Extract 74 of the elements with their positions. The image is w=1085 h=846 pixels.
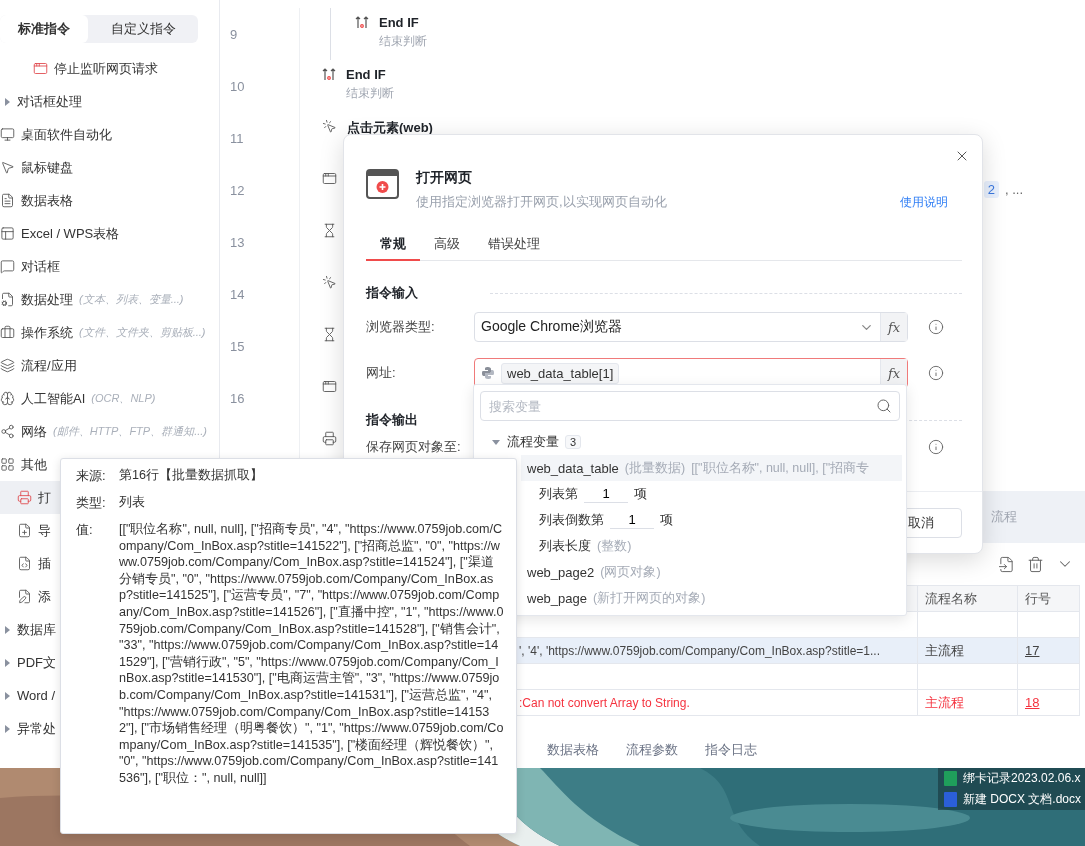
item-label: 其他 [21, 455, 47, 474]
count-badge: 3 [565, 435, 582, 449]
line-number: 16 [230, 390, 245, 406]
field-label: 保存网页对象至: [366, 438, 462, 456]
line-number: 15 [230, 338, 245, 354]
variable-name: web_page [527, 590, 587, 606]
item-hint: (邮件、HTTP、FTP、群通知...) [53, 424, 207, 439]
variable-type: (批量数据) [624, 459, 686, 477]
variable-type: (新打开网页的对象) [593, 589, 706, 607]
variable-type: (网页对象) [600, 563, 661, 581]
section-title: 指令输入 [366, 284, 418, 302]
item-label: 鼠标键盘 [21, 158, 73, 177]
item-label: 桌面软件自动化 [21, 125, 112, 144]
dialog-subtitle: 使用指定浏览器打开网页,以实现网页自动化 [416, 193, 668, 211]
section-title: 指令输出 [366, 411, 418, 429]
item-label: 网络 [21, 422, 47, 441]
item-label: 操作系统 [21, 323, 73, 342]
select-value: Google Chrome浏览器 [481, 318, 622, 336]
field-label: 网址: [366, 364, 397, 382]
option-label: 列表长度 [539, 537, 591, 555]
item-hint: (OCR、NLP) [91, 391, 156, 406]
item-label: 对话框处理 [17, 92, 82, 111]
item-label: 对话框 [21, 257, 60, 276]
line-number: 13 [230, 234, 245, 250]
item-label: PDF文 [17, 653, 56, 672]
item-label: 流程/应用 [21, 356, 77, 375]
item-label: 插 [38, 554, 51, 573]
item-hint: (文本、列表、变量...) [79, 292, 184, 307]
variable-chip: web_data_table[1] [501, 362, 620, 384]
item-label: Excel / WPS表格 [21, 224, 120, 243]
variable-preview: [["职位名称", null, null], ["招商专 [691, 459, 870, 477]
tooltip-label: 来源: [76, 467, 107, 485]
item-label: 停止监听网页请求 [54, 59, 158, 78]
group-label: 流程变量 [507, 433, 559, 451]
step-title: End IF [379, 15, 420, 30]
item-label: 添 [38, 587, 51, 606]
variable-name: web_page2 [527, 564, 595, 580]
item-hint: (文件、文件夹、剪贴板...) [79, 325, 206, 340]
line-number: 10 [230, 78, 245, 94]
step-summary: , ... [1004, 182, 1023, 197]
variable-name: web_data_table [527, 460, 619, 476]
item-label: 数据表格 [21, 191, 73, 210]
item-label: 人工智能AI [21, 389, 86, 408]
tooltip-value: 第16行【批量数据抓取】 [119, 467, 264, 484]
line-number: 9 [230, 26, 238, 42]
tooltip-value: 列表 [119, 494, 146, 511]
flow-name: 主流程 [917, 637, 1017, 663]
option-hint: (整数) [597, 537, 632, 555]
item-label: 数据库 [17, 620, 56, 639]
tooltip-label: 类型: [76, 494, 107, 512]
option-label: 列表倒数第 [539, 511, 604, 529]
step-subtitle: 结束判断 [379, 33, 427, 50]
field-label: 浏览器类型: [366, 318, 436, 336]
band-label: 流程 [991, 508, 1017, 526]
item-label: 异常处 [17, 719, 56, 738]
step-subtitle: 结束判断 [346, 85, 394, 102]
line-number: 11 [230, 130, 244, 146]
option-suffix: 项 [634, 485, 647, 503]
line-number: 14 [230, 286, 245, 302]
option-suffix: 项 [660, 511, 673, 529]
flow-name: 主流程 [917, 689, 1017, 715]
item-label: 数据处理 [21, 290, 73, 309]
column-header: 行号 [1017, 586, 1079, 611]
option-label: 列表第 [539, 485, 578, 503]
count-badge: 2 [983, 181, 999, 198]
item-label: 导 [38, 521, 51, 540]
step-title: 点击元素(web) [347, 119, 433, 137]
line-number: 12 [230, 182, 245, 198]
item-label: Word / [17, 688, 56, 703]
tooltip-label: 值: [76, 521, 94, 539]
step-title: End IF [346, 67, 387, 82]
dialog-title: 打开网页 [416, 169, 473, 187]
column-header: 流程名称 [917, 586, 1017, 611]
item-label: 打 [38, 488, 51, 507]
